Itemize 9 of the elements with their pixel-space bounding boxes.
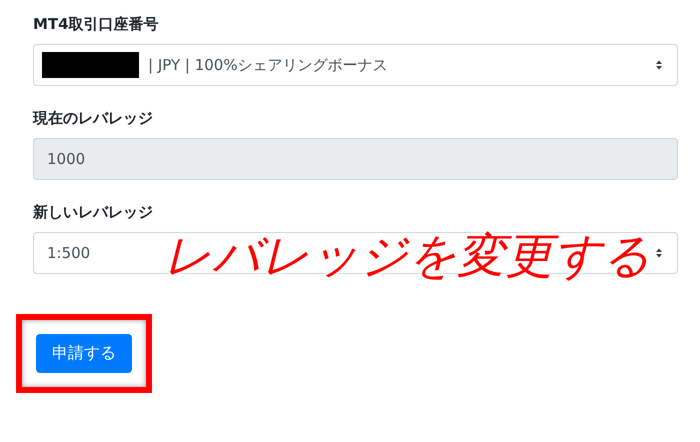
submit-button[interactable]: 申請する (36, 334, 132, 373)
sort-caret-icon (655, 59, 663, 71)
annotation-text: レバレッジを変更する (163, 227, 651, 286)
sort-caret-icon (655, 247, 663, 259)
field-label: MT4取引口座番号 (33, 15, 159, 34)
field-label: 新しいレバレッジ (33, 203, 153, 222)
select-field[interactable]: 1:500 (47, 240, 90, 266)
field-label: 現在のレバレッジ (33, 109, 153, 128)
select-field[interactable]: | JPY | 100%シェアリングボーナス (33, 44, 678, 86)
